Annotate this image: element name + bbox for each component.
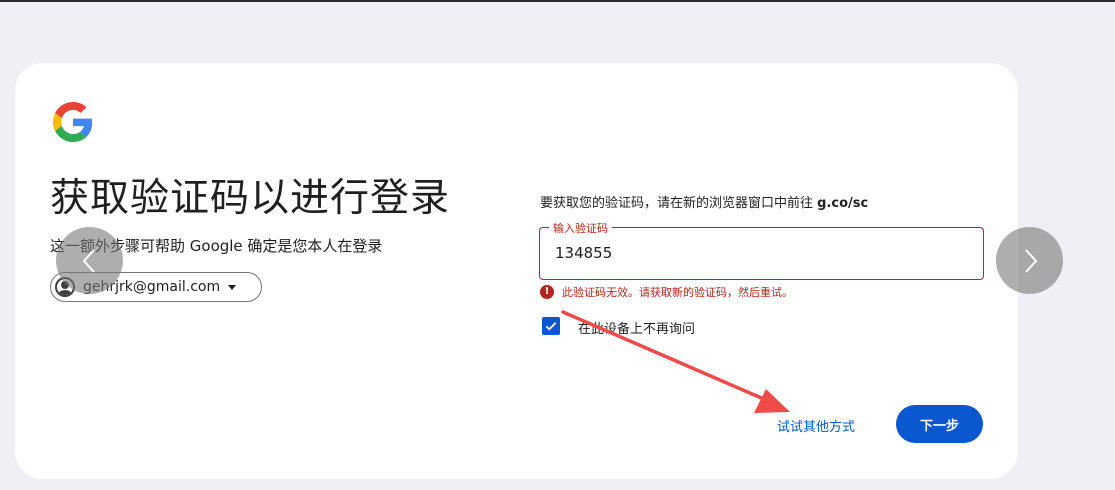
- code-input[interactable]: 134855: [555, 244, 612, 262]
- chevron-left-icon: [82, 248, 95, 273]
- error-message: ! 此验证码无效。请获取新的验证码，然后重试。: [540, 284, 793, 300]
- error-text: 此验证码无效。请获取新的验证码，然后重试。: [562, 286, 793, 299]
- next-button[interactable]: 下一步: [896, 405, 983, 443]
- instruction-link: g.co/sc: [817, 196, 869, 211]
- try-other-way-link[interactable]: 试试其他方式: [777, 416, 855, 435]
- chevron-right-icon: [1024, 248, 1037, 273]
- caret-down-icon: [228, 284, 237, 290]
- remember-device-label[interactable]: 在此设备上不再询问: [578, 318, 695, 337]
- window-top-border: [0, 0, 1115, 2]
- page-title: 获取验证码以进行登录: [50, 176, 451, 221]
- google-logo-icon: [53, 102, 93, 142]
- remember-device-checkbox[interactable]: [542, 317, 560, 335]
- instruction-body: 要获取您的验证码，请在新的浏览器窗口中前往: [540, 196, 818, 211]
- check-icon: [545, 322, 557, 331]
- verification-code-field[interactable]: 输入验证码 134855: [539, 220, 984, 280]
- carousel-next-button[interactable]: [996, 227, 1063, 294]
- code-field-label: 输入验证码: [549, 220, 612, 236]
- carousel-prev-button[interactable]: [56, 227, 123, 294]
- instruction-text: 要获取您的验证码，请在新的浏览器窗口中前往 g.co/sc: [540, 192, 868, 211]
- signin-card: 获取验证码以进行登录 这一额外步骤可帮助 Google 确定是您本人在登录 ge…: [15, 63, 1018, 479]
- error-icon: !: [540, 285, 554, 299]
